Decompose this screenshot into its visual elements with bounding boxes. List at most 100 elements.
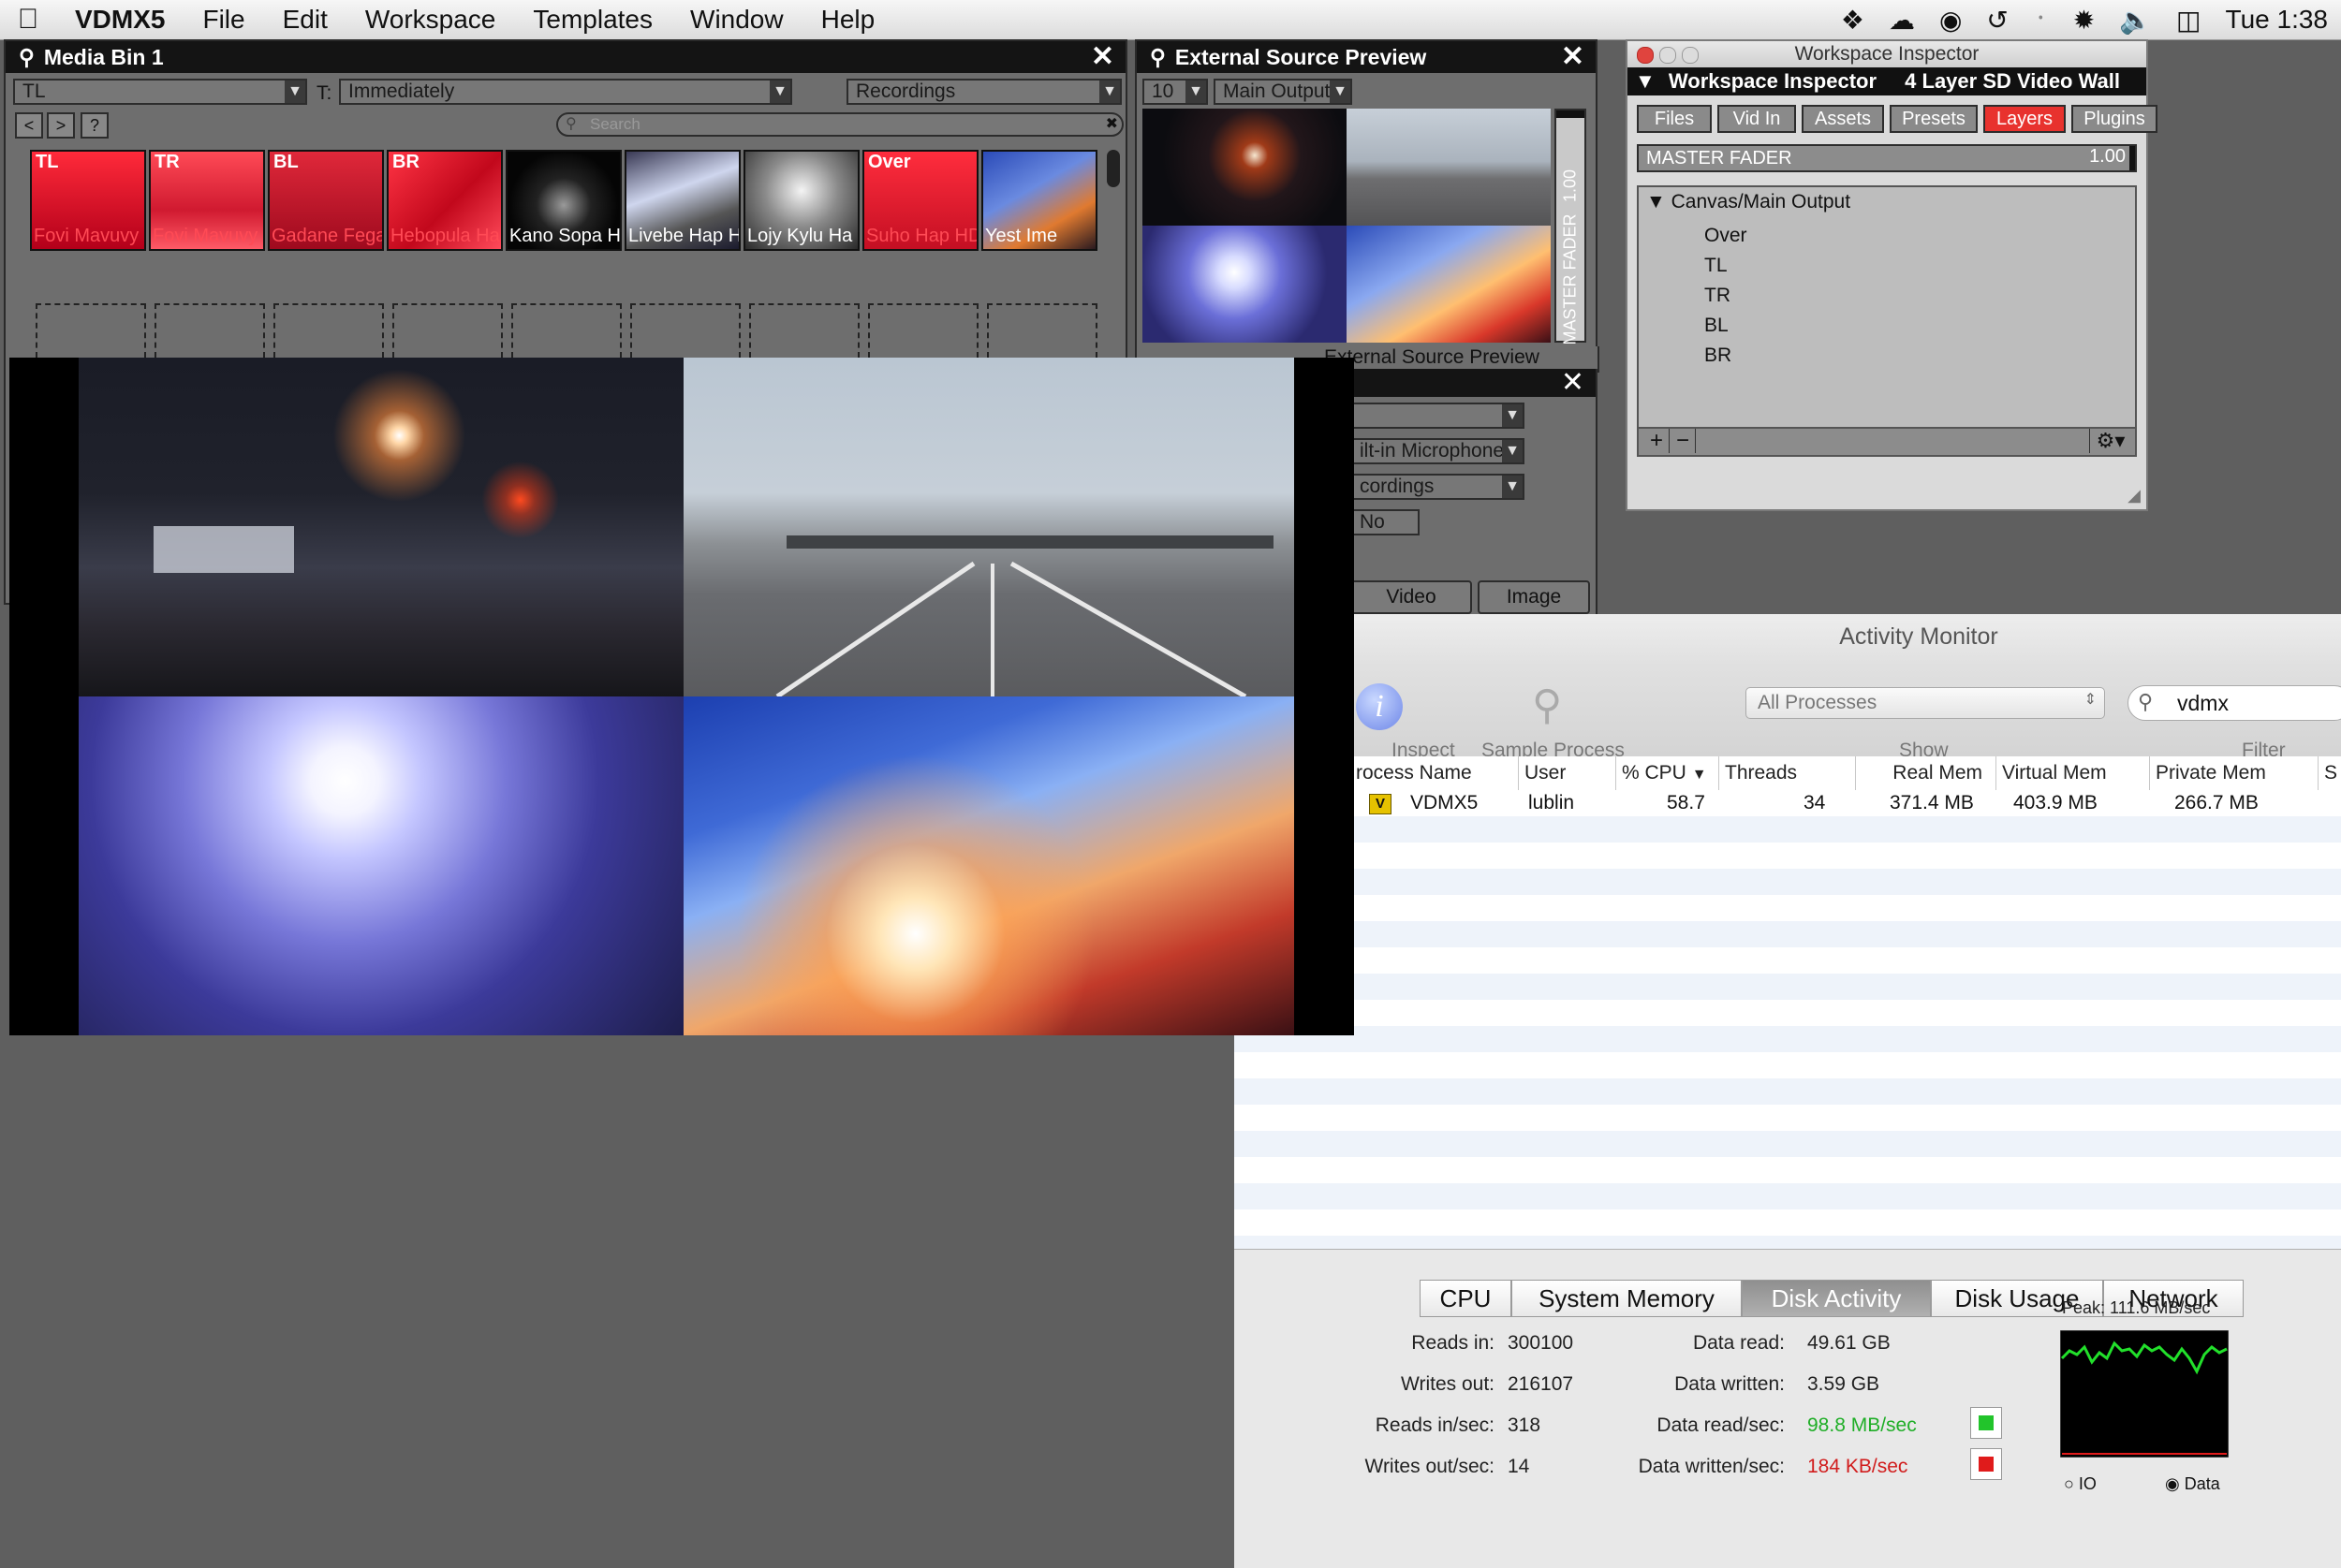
clip-grid-scrollbar[interactable] <box>1107 150 1120 187</box>
tab-files[interactable]: Files <box>1637 105 1712 133</box>
help-button[interactable]: ? <box>81 112 109 139</box>
menu-workspace[interactable]: Workspace <box>346 5 515 35</box>
fader-handle[interactable] <box>1556 110 1584 118</box>
col-real-mem[interactable]: Real Mem <box>1856 756 1996 790</box>
layer-item-bl[interactable]: BL <box>1704 311 1747 341</box>
record-image-button[interactable]: Image <box>1478 580 1590 614</box>
preview-quad-br <box>1347 226 1551 343</box>
gear-icon[interactable]: ⚙▾ <box>2089 429 2131 453</box>
clip-thumb[interactable]: Over Suho Hap HD <box>862 150 979 251</box>
layer-item-over[interactable]: Over <box>1704 221 1747 251</box>
bluetooth-icon[interactable]: ᛫ <box>2033 5 2049 35</box>
output-select[interactable]: Main Output ▼ <box>1214 79 1352 105</box>
col-threads[interactable]: Threads <box>1719 756 1856 790</box>
close-icon[interactable]: ✕ <box>1561 41 1584 73</box>
radio-data[interactable]: ◉ Data <box>2165 1474 2220 1494</box>
close-window-button[interactable] <box>1637 47 1654 64</box>
tab-system-memory[interactable]: System Memory <box>1511 1280 1742 1317</box>
minimize-window-button[interactable] <box>1659 47 1676 64</box>
tab-cpu[interactable]: CPU <box>1420 1280 1511 1317</box>
clip-name: Livebe Hap H <box>628 226 741 246</box>
close-icon[interactable]: ✕ <box>1091 41 1114 73</box>
menu-templates[interactable]: Templates <box>514 5 671 35</box>
disclosure-triangle-icon[interactable]: ▼ <box>1646 191 1666 212</box>
cloud-icon[interactable]: ☁ <box>1889 5 1915 36</box>
tab-layers[interactable]: Layers <box>1983 105 2066 133</box>
tab-vid-in[interactable]: Vid In <box>1717 105 1796 133</box>
remove-layer-button[interactable]: − <box>1671 429 1696 453</box>
write-color-well[interactable] <box>1970 1448 2002 1480</box>
layer-item-br[interactable]: BR <box>1704 341 1747 371</box>
col-virtual-mem[interactable]: Virtual Mem <box>1996 756 2150 790</box>
dropbox-icon[interactable]: ❖ <box>1841 5 1864 36</box>
col-private-mem[interactable]: Private Mem <box>2150 756 2319 790</box>
search-icon: ⚲ <box>566 116 577 132</box>
col-cpu[interactable]: % CPU ▼ <box>1616 756 1719 790</box>
col-process-name[interactable]: rocess Name <box>1350 756 1519 790</box>
tab-assets[interactable]: Assets <box>1802 105 1884 133</box>
col-s[interactable]: S <box>2319 756 2341 790</box>
clip-thumb[interactable]: Lojy Kylu Ha <box>744 150 860 251</box>
filter-search-field[interactable]: ⚲ vdmx <box>2128 685 2341 721</box>
search-icon[interactable]: ⚲ <box>1150 45 1166 70</box>
info-icon[interactable]: i <box>1356 683 1403 730</box>
resize-grip-icon[interactable]: ◢ <box>2128 486 2141 506</box>
page-select[interactable]: Recordings ▼ <box>847 79 1122 105</box>
tab-plugins[interactable]: Plugins <box>2071 105 2157 133</box>
master-fader-bar[interactable]: MASTER FADER 1.00 <box>1637 144 2137 172</box>
read-color-well[interactable] <box>1970 1407 2002 1439</box>
menu-file[interactable]: File <box>184 5 263 35</box>
apple-menu-icon[interactable]:  <box>0 4 56 36</box>
clear-search-icon[interactable]: ✖ <box>1106 114 1118 133</box>
show-processes-select[interactable]: All Processes ⇕ <box>1745 687 2105 719</box>
prev-page-button[interactable]: < <box>15 112 43 139</box>
zoom-window-button[interactable] <box>1682 47 1699 64</box>
battery-icon[interactable]: ◫ <box>2176 5 2201 36</box>
menu-edit[interactable]: Edit <box>264 5 346 35</box>
tab-disk-activity[interactable]: Disk Activity <box>1742 1280 1931 1317</box>
col-user[interactable]: User <box>1519 756 1616 790</box>
collapse-triangle-icon[interactable]: ▼ <box>1635 69 1656 93</box>
close-icon[interactable]: ✕ <box>1561 369 1584 397</box>
search-icon[interactable]: ⚲ <box>19 45 35 70</box>
menu-window[interactable]: Window <box>671 5 802 35</box>
clip-thumb[interactable]: Kano Sopa H <box>506 150 622 251</box>
layer-item-tl[interactable]: TL <box>1704 251 1747 281</box>
master-fader-handle[interactable] <box>2129 146 2135 170</box>
destination-select[interactable]: cordings ▼ <box>1350 474 1524 500</box>
clock[interactable]: Tue 1:38 <box>2226 5 2328 35</box>
search-field[interactable]: ⚲ Search ✖ <box>556 112 1124 137</box>
clip-thumb[interactable]: Yest Ime <box>981 150 1097 251</box>
menu-help[interactable]: Help <box>802 5 894 35</box>
clip-thumb[interactable]: TL Fovi Mavuvy <box>30 150 146 251</box>
radio-io[interactable]: ○ IO <box>2064 1474 2097 1494</box>
menu-app-name[interactable]: VDMX5 <box>56 5 184 35</box>
tab-presets[interactable]: Presets <box>1890 105 1978 133</box>
owl-icon[interactable]: ◉ <box>1939 5 1962 36</box>
table-row[interactable]: V VDMX5 lublin 58.7 34 371.4 MB 403.9 MB… <box>1234 790 2341 816</box>
master-fader-slider[interactable]: 1.00 MASTER FADER <box>1554 109 1586 345</box>
clip-thumb[interactable]: TR Fovi Mavuvy <box>149 150 265 251</box>
clip-thumb[interactable]: BR Hebopula Ha <box>387 150 503 251</box>
radio-data-label: Data <box>2184 1474 2220 1493</box>
source-number-select[interactable]: 10 ▼ <box>1142 79 1208 105</box>
wifi-icon[interactable]: ✹ <box>2073 5 2095 36</box>
tree-root[interactable]: ▼ Canvas/Main Output <box>1646 191 1850 213</box>
writes-out-label: Writes out: <box>1401 1373 1494 1395</box>
add-layer-button[interactable]: + <box>1644 429 1670 453</box>
device-select[interactable]: ▼ <box>1350 403 1524 429</box>
record-video-button[interactable]: Video <box>1350 580 1472 614</box>
next-page-button[interactable]: > <box>47 112 75 139</box>
audio-input-select[interactable]: ilt-in Microphone ▼ <box>1350 438 1524 464</box>
time-machine-icon[interactable]: ↺ <box>1986 5 2008 36</box>
option-no-field[interactable]: No <box>1350 509 1420 535</box>
sort-descending-icon: ▼ <box>1691 767 1707 783</box>
layer-item-tr[interactable]: TR <box>1704 281 1747 311</box>
magnifier-icon[interactable]: ⚲ <box>1532 681 1562 729</box>
volume-icon[interactable]: 🔈 <box>2119 5 2152 36</box>
clip-thumb[interactable]: BL Gadane Fega <box>268 150 384 251</box>
layer-select[interactable]: TL ▼ <box>13 79 307 105</box>
preview-quad-bl <box>1142 226 1347 343</box>
clip-thumb[interactable]: Livebe Hap H <box>625 150 741 251</box>
trigger-select[interactable]: Immediately ▼ <box>339 79 792 105</box>
